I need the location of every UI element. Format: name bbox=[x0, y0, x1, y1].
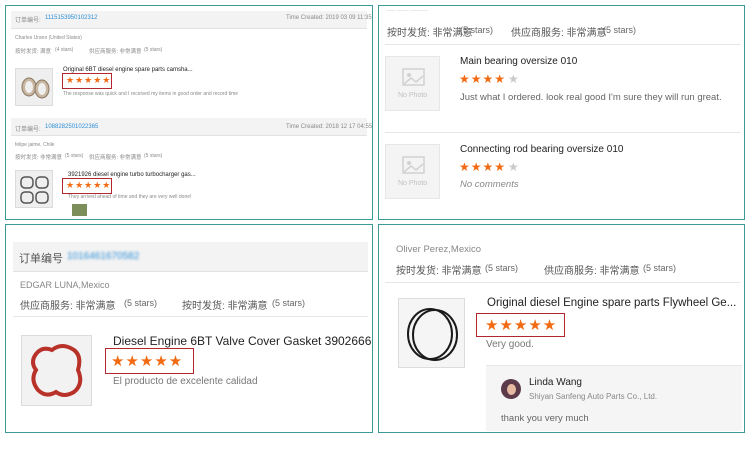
product-image[interactable] bbox=[21, 335, 92, 406]
product-title-link[interactable]: Connecting rod bearing oversize 010 bbox=[460, 144, 623, 155]
ship-rating-stars: (5 stars) bbox=[272, 298, 306, 308]
rating-stars: ★★★★★ bbox=[485, 317, 558, 334]
review-comment: The response was quick and I received my… bbox=[63, 91, 239, 97]
rating-stars: ★★★★★ bbox=[111, 353, 184, 370]
product-title-link[interactable]: Diesel Engine 6BT Valve Cover Gasket 390… bbox=[113, 334, 371, 348]
buyer-name: EDGAR LUNA,Mexico bbox=[20, 280, 110, 290]
service-rating-label: 供应商服务: 非常满意 bbox=[20, 301, 116, 312]
ship-rating-stars: (5 stars) bbox=[485, 263, 519, 273]
gasket-set-image bbox=[20, 176, 49, 204]
review-comment: Very good. bbox=[486, 339, 534, 350]
product-image-placeholder[interactable]: No Photo bbox=[385, 144, 440, 199]
service-rating-label: 供应商服务: 非常满意 bbox=[89, 49, 142, 55]
rating-stars: ★★★★★ bbox=[66, 180, 112, 190]
product-image[interactable] bbox=[15, 68, 53, 106]
review-comment: No comments bbox=[460, 179, 519, 190]
service-rating-stars: (5 stars) bbox=[144, 153, 163, 159]
service-rating-label: 供应商服务: 非常满意 bbox=[511, 28, 607, 39]
bushing-image bbox=[21, 77, 50, 99]
ship-rating-stars: (5 stars) bbox=[460, 25, 494, 35]
avatar bbox=[501, 379, 521, 399]
product-image[interactable] bbox=[15, 170, 53, 208]
order-label: 订单编号 bbox=[19, 253, 63, 265]
buyer-name: felipe jaime, Chile bbox=[15, 142, 55, 148]
reply-company: Shiyan Sanfeng Auto Parts Co., Ltd. bbox=[529, 392, 658, 401]
product-title-link[interactable]: Original diesel Engine spare parts Flywh… bbox=[487, 297, 736, 309]
no-photo-label: No Photo bbox=[398, 180, 428, 187]
rating-stars: ★★★★ bbox=[459, 160, 507, 174]
attachment-thumbnail[interactable] bbox=[72, 204, 87, 216]
service-rating-stars: (5 stars) bbox=[603, 25, 637, 35]
product-title-link[interactable]: Main bearing oversize 010 bbox=[460, 56, 577, 67]
no-photo-label: No Photo bbox=[398, 92, 428, 99]
service-rating-stars: (5 stars) bbox=[124, 298, 158, 308]
order-label: 订单编号: bbox=[15, 18, 41, 24]
rating-stars: ★★★★ bbox=[459, 72, 507, 86]
review-comment: They arrived ahead of time and they are … bbox=[68, 194, 192, 200]
clipped-header: ---- ------ --------- bbox=[387, 8, 429, 14]
order-number-link[interactable]: 1088282501022365 bbox=[45, 124, 98, 130]
ship-rating-label: 按时发货: 满意 bbox=[15, 49, 52, 55]
image-placeholder-icon bbox=[402, 156, 425, 174]
image-placeholder-icon bbox=[402, 68, 425, 86]
review-comment: Just what I ordered. look real good I'm … bbox=[460, 92, 722, 103]
ship-rating-stars: (5 stars) bbox=[65, 153, 84, 159]
review-panel-2: ---- ------ --------- 按时发货: 非常满意 (5 star… bbox=[378, 5, 745, 220]
review-panel-3: 订单编号 1016461670582 EDGAR LUNA,Mexico 供应商… bbox=[5, 224, 373, 433]
ship-rating-stars: (4 stars) bbox=[55, 47, 74, 53]
supplier-reply: Linda Wang Shiyan Sanfeng Auto Parts Co.… bbox=[486, 365, 742, 431]
review-card: 订单编号: 1088282501022365 Time Created: 201… bbox=[11, 118, 372, 216]
rating-star-empty: ★ bbox=[508, 72, 519, 86]
o-ring-seal-image bbox=[407, 308, 458, 361]
order-label: 订单编号: bbox=[15, 127, 41, 133]
buyer-name: Charles Urano (United States) bbox=[15, 35, 82, 41]
service-rating-stars: (5 stars) bbox=[643, 263, 677, 273]
divider bbox=[13, 316, 368, 317]
ship-rating-label: 按时发货: 非常满意 bbox=[182, 301, 268, 312]
service-rating-label: 供应商服务: 非常满意 bbox=[544, 266, 640, 277]
ship-rating-label: 按时发货: 非常满意 bbox=[15, 155, 63, 161]
ship-rating-label: 按时发货: 非常满意 bbox=[396, 266, 482, 277]
service-rating-label: 供应商服务: 非常满意 bbox=[89, 155, 142, 161]
review-comment: El producto de excelente calidad bbox=[113, 376, 258, 387]
divider bbox=[385, 282, 740, 283]
order-number-link[interactable]: 1016461670582 bbox=[67, 251, 139, 262]
rating-stars: ★★★★★ bbox=[66, 75, 112, 85]
review-card: 订单编号: 1115153950102312 Time Created: 201… bbox=[11, 11, 372, 111]
divider bbox=[385, 132, 740, 133]
time-created: Time Created: 2019 03 09 11:35 bbox=[286, 15, 372, 21]
review-panel-1: 订单编号: 1115153950102312 Time Created: 201… bbox=[5, 5, 373, 220]
review-panel-4: Oliver Perez,Mexico 按时发货: 非常满意 (5 stars)… bbox=[378, 224, 745, 433]
product-image[interactable] bbox=[398, 298, 465, 368]
rating-star-empty: ★ bbox=[508, 160, 519, 174]
reply-text: thank you very much bbox=[501, 413, 589, 424]
valve-cover-gasket-image bbox=[31, 344, 83, 397]
service-rating-stars: (5 stars) bbox=[144, 47, 163, 53]
buyer-name: Oliver Perez,Mexico bbox=[396, 244, 481, 255]
reply-author: Linda Wang bbox=[529, 377, 582, 388]
avatar-face bbox=[507, 384, 516, 395]
order-number-link[interactable]: 1115153950102312 bbox=[45, 15, 98, 21]
product-image-placeholder[interactable]: No Photo bbox=[385, 56, 440, 111]
time-created: Time Created: 2018 12 17 04:55 bbox=[286, 124, 373, 130]
divider bbox=[385, 44, 740, 45]
